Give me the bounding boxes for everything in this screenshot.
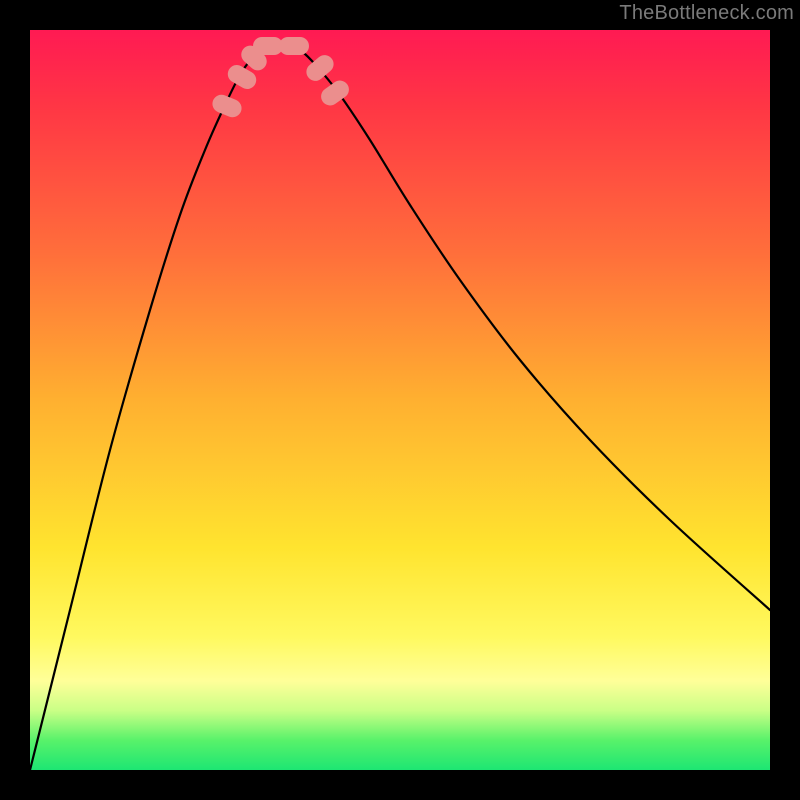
curve-layer (30, 30, 770, 770)
curve-markers (210, 37, 353, 120)
bottleneck-curve (30, 42, 770, 770)
marker-left-1 (210, 92, 245, 120)
marker-bottom-2 (279, 37, 309, 55)
chart-frame: TheBottleneck.com (0, 0, 800, 800)
marker-bottom-1 (253, 37, 283, 55)
watermark-label: TheBottleneck.com (619, 2, 794, 25)
plot-area (30, 30, 770, 770)
